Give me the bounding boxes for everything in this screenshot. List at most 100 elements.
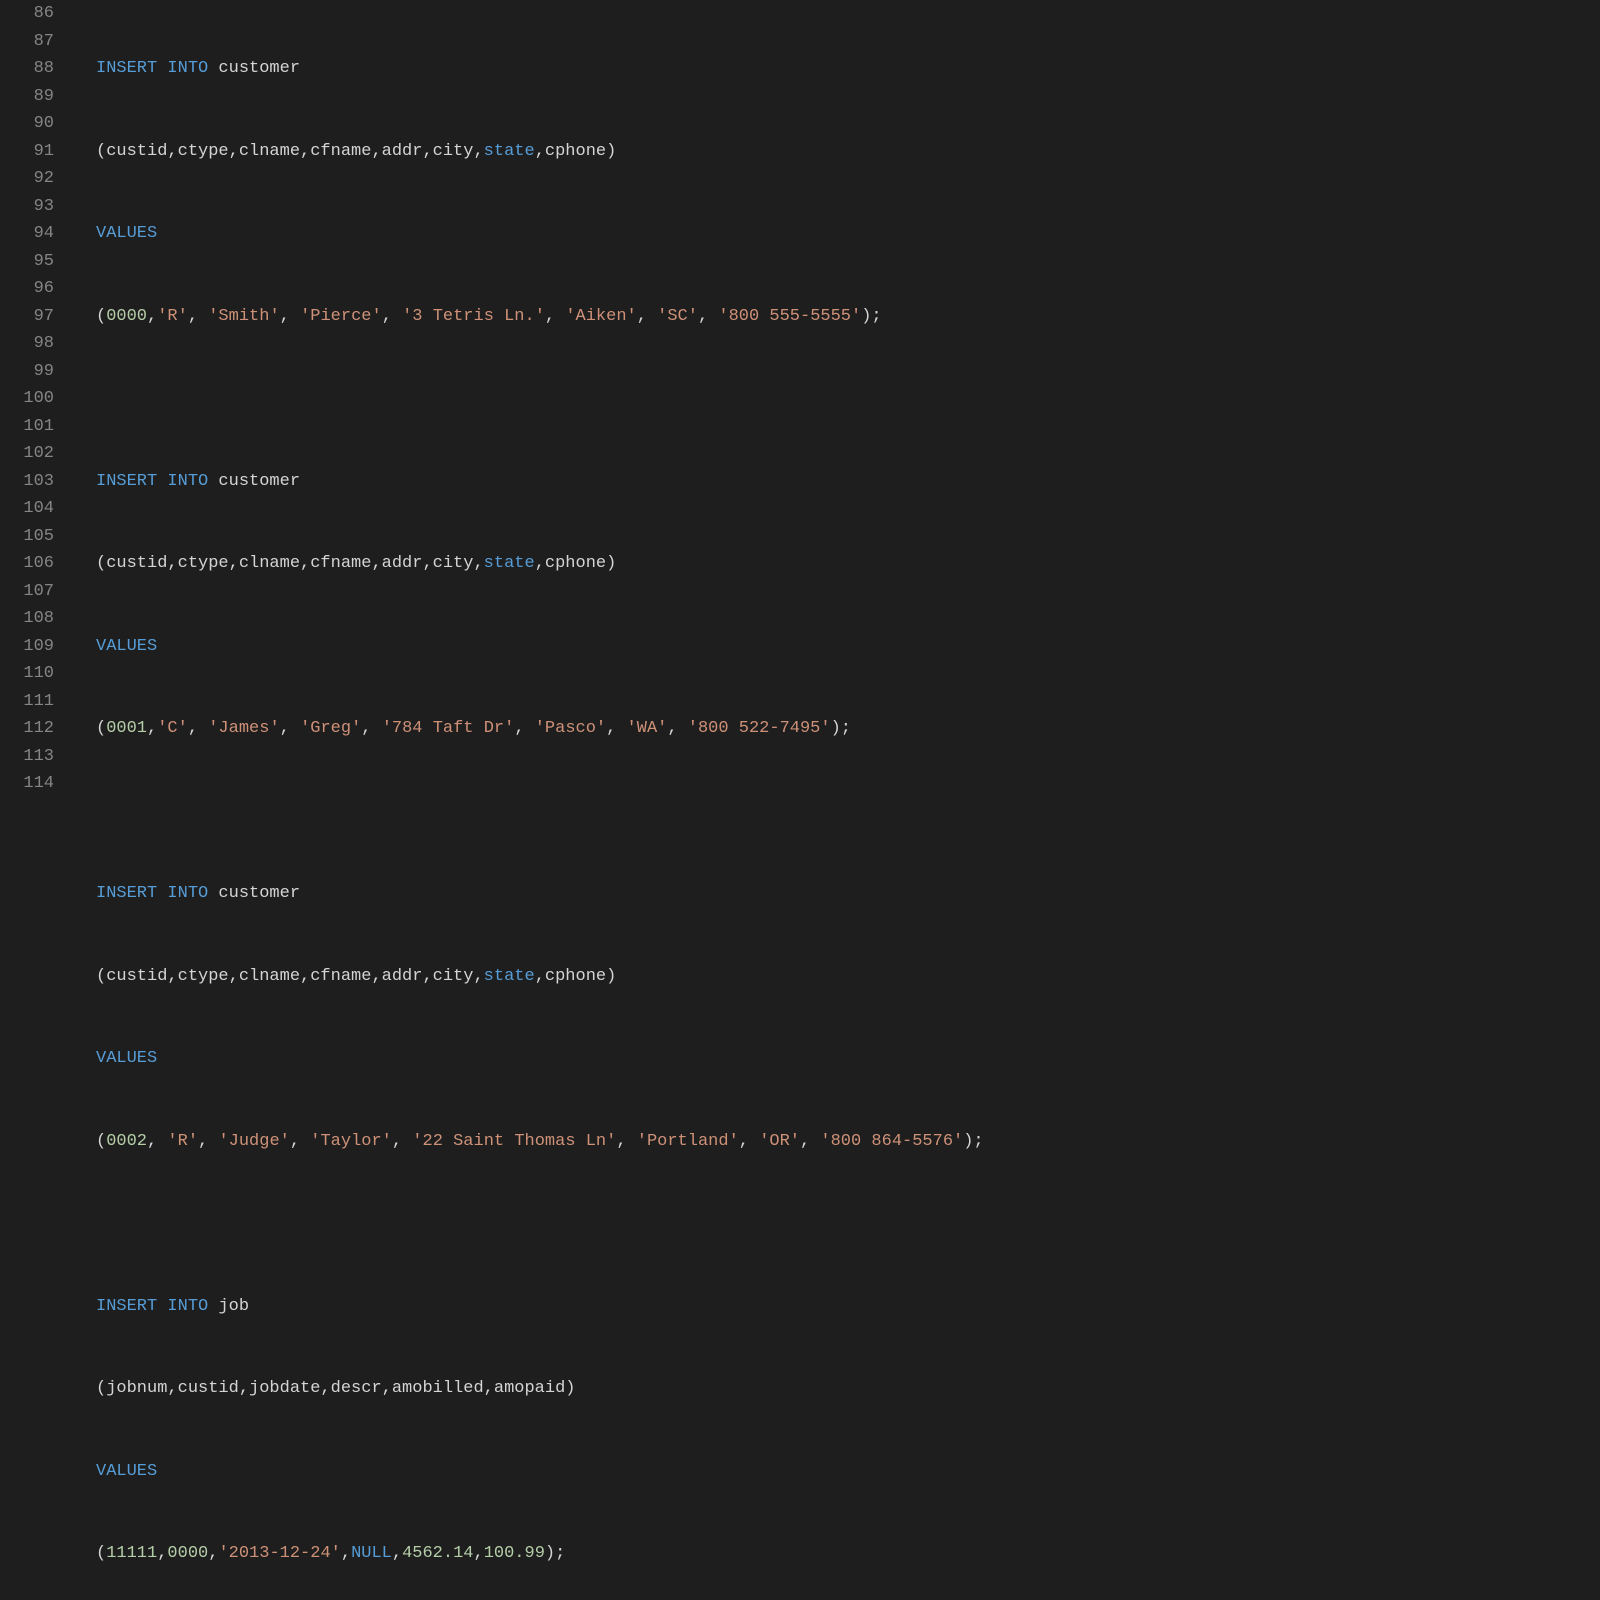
token-kw: state [484,967,535,986]
token-kw: INSERT INTO [96,884,208,903]
token-punc: ); [861,307,881,326]
token-str: 'Smith' [208,307,279,326]
token-punc: , [188,307,208,326]
token-punc: ( [96,1132,106,1151]
code-line[interactable]: VALUES [96,1045,1600,1073]
token-punc: ); [963,1132,983,1151]
line-number: 93 [0,193,54,221]
line-number: 94 [0,220,54,248]
line-number: 108 [0,605,54,633]
token-punc: , [698,307,718,326]
code-line[interactable] [96,385,1600,413]
code-line[interactable]: (0002, 'R', 'Judge', 'Taylor', '22 Saint… [96,1128,1600,1156]
token-punc: , [392,1544,402,1563]
code-line[interactable]: (0001,'C', 'James', 'Greg', '784 Taft Dr… [96,715,1600,743]
token-punc: , [157,1544,167,1563]
token-kw: INSERT INTO [96,472,208,491]
line-number: 111 [0,688,54,716]
line-number: 109 [0,633,54,661]
code-line[interactable]: INSERT INTO customer [96,468,1600,496]
token-kw: VALUES [96,1049,157,1068]
token-str: '22 Saint Thomas Ln' [412,1132,616,1151]
token-str: 'R' [157,307,188,326]
token-punc: , [361,719,381,738]
line-number: 87 [0,28,54,56]
token-num: 0002 [106,1132,147,1151]
token-punc: , [545,307,565,326]
token-punc: (custid,ctype,clname,cfname,addr,city, [96,967,484,986]
token-punc: (custid,ctype,clname,cfname,addr,city, [96,554,484,573]
token-punc: , [208,1544,218,1563]
token-num: 4562.14 [402,1544,473,1563]
token-punc: , [800,1132,820,1151]
token-punc: , [637,307,657,326]
token-str: 'James' [208,719,279,738]
code-line[interactable]: (0000,'R', 'Smith', 'Pierce', '3 Tetris … [96,303,1600,331]
token-punc: , [147,1132,167,1151]
token-kw: VALUES [96,637,157,656]
code-line[interactable]: (custid,ctype,clname,cfname,addr,city,st… [96,138,1600,166]
line-number: 104 [0,495,54,523]
token-punc: ( [96,719,106,738]
token-punc: , [280,307,300,326]
code-line[interactable]: (11111,0000,'2013-12-24',NULL,4562.14,10… [96,1540,1600,1568]
token-str: '784 Taft Dr' [382,719,515,738]
token-kw: VALUES [96,1462,157,1481]
line-number: 91 [0,138,54,166]
token-ident: customer [208,59,300,78]
line-number: 105 [0,523,54,551]
token-str: 'Judge' [218,1132,289,1151]
code-line[interactable]: VALUES [96,1458,1600,1486]
line-number: 100 [0,385,54,413]
token-null: NULL [351,1544,392,1563]
token-num: 100.99 [484,1544,545,1563]
line-number-gutter: 86 87 88 89 90 91 92 93 94 95 96 97 98 9… [0,0,72,800]
code-area[interactable]: INSERT INTO customer (custid,ctype,clnam… [72,0,1600,800]
token-punc: (jobnum,custid,jobdate,descr,amobilled,a… [96,1379,575,1398]
token-punc: , [290,1132,310,1151]
token-punc: , [188,719,208,738]
code-line[interactable]: (custid,ctype,clname,cfname,addr,city,st… [96,963,1600,991]
token-str: 'WA' [627,719,668,738]
code-line[interactable] [96,798,1600,826]
token-punc: , [392,1132,412,1151]
line-number: 101 [0,413,54,441]
token-punc: ,cphone) [535,142,617,161]
line-number: 103 [0,468,54,496]
token-str: 'SC' [657,307,698,326]
token-punc: , [341,1544,351,1563]
token-punc: ( [96,1544,106,1563]
code-line[interactable]: VALUES [96,633,1600,661]
token-punc: , [514,719,534,738]
line-number: 92 [0,165,54,193]
code-line[interactable]: INSERT INTO customer [96,880,1600,908]
line-number: 89 [0,83,54,111]
token-punc: ); [545,1544,565,1563]
token-punc: , [606,719,626,738]
token-punc: (custid,ctype,clname,cfname,addr,city, [96,142,484,161]
token-str: '2013-12-24' [218,1544,340,1563]
token-str: 'Taylor' [310,1132,392,1151]
token-punc: , [147,307,157,326]
code-editor[interactable]: 86 87 88 89 90 91 92 93 94 95 96 97 98 9… [0,0,1600,800]
token-punc: , [474,1544,484,1563]
code-line[interactable] [96,1210,1600,1238]
line-number: 97 [0,303,54,331]
code-line[interactable]: INSERT INTO customer [96,55,1600,83]
token-num: 11111 [106,1544,157,1563]
code-line[interactable]: (custid,ctype,clname,cfname,addr,city,st… [96,550,1600,578]
code-line[interactable]: VALUES [96,220,1600,248]
token-str: 'Greg' [300,719,361,738]
token-punc: ,cphone) [535,967,617,986]
token-str: '3 Tetris Ln.' [402,307,545,326]
token-ident: customer [208,472,300,491]
code-line[interactable]: (jobnum,custid,jobdate,descr,amobilled,a… [96,1375,1600,1403]
line-number: 95 [0,248,54,276]
line-number: 107 [0,578,54,606]
token-str: 'Pasco' [535,719,606,738]
line-number: 106 [0,550,54,578]
line-number: 90 [0,110,54,138]
token-punc: ( [96,307,106,326]
code-line[interactable]: INSERT INTO job [96,1293,1600,1321]
token-kw: VALUES [96,224,157,243]
